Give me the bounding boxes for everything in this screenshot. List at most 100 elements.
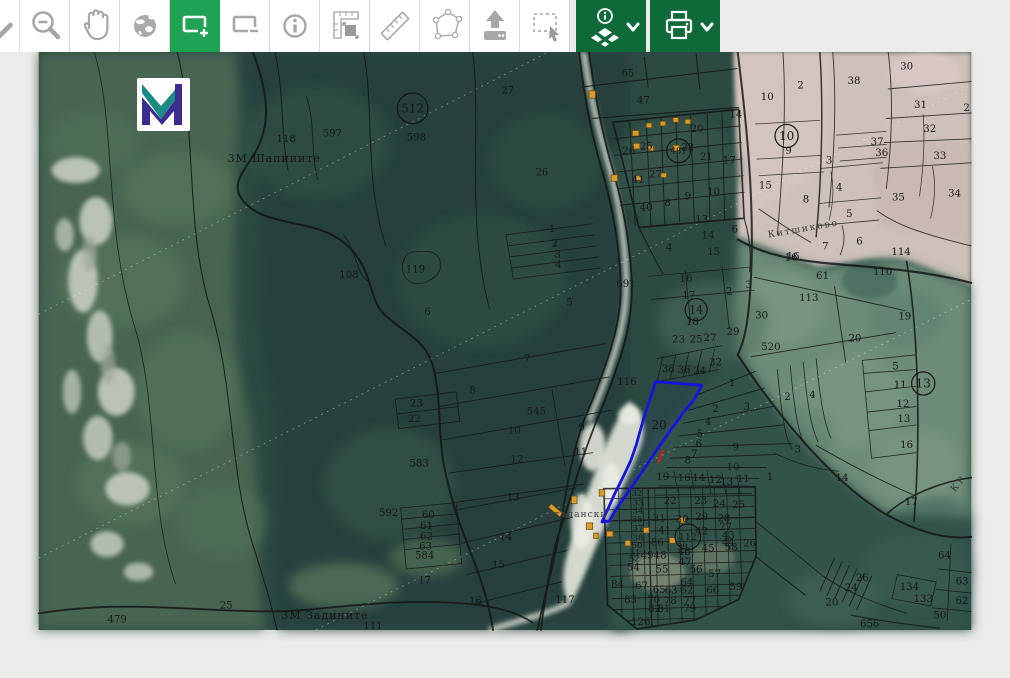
svg-text:12: 12 — [511, 455, 524, 466]
svg-text:4: 4 — [705, 417, 711, 428]
toolbar — [0, 0, 1010, 52]
svg-text:597: 597 — [323, 129, 342, 140]
svg-text:2: 2 — [712, 404, 718, 415]
map-label: 14 — [702, 230, 715, 241]
svg-text:13: 13 — [720, 477, 733, 488]
toolbar-button-measure-distance[interactable] — [370, 0, 420, 52]
toolbar-button-zoom-in[interactable] — [0, 0, 20, 52]
map-label: 6 — [856, 237, 862, 248]
map-label: 10 — [761, 92, 774, 103]
svg-text:8: 8 — [685, 456, 691, 467]
svg-text:14: 14 — [729, 109, 742, 120]
svg-text:3: 3 — [826, 155, 832, 166]
toolbar-button-identify[interactable] — [270, 0, 320, 52]
map-label: 56 — [690, 565, 703, 576]
map-label: стопански — [548, 509, 607, 520]
map-canvas[interactable]: 275125971185983М Шапините261081196578232… — [0, 52, 1010, 678]
map-label: 15 — [707, 247, 720, 258]
svg-text:481: 481 — [671, 146, 687, 156]
map-label: 13 — [720, 477, 733, 488]
map-label: 26 — [535, 167, 548, 178]
map-label: 2 — [797, 81, 803, 92]
toolbar-button-zoom-out-by-rectangle[interactable] — [220, 0, 270, 52]
map-label: 15 — [492, 560, 505, 571]
map-label: 6 — [424, 307, 430, 318]
toolbar-button-print-menu[interactable] — [650, 0, 720, 52]
svg-text:11: 11 — [894, 380, 907, 391]
map-label: 10 — [508, 426, 521, 437]
svg-text:3: 3 — [744, 402, 750, 413]
svg-text:520: 520 — [761, 342, 780, 353]
toolbar-button-full-extent[interactable] — [120, 0, 170, 52]
svg-text:134: 134 — [900, 582, 919, 593]
svg-text:8: 8 — [664, 198, 670, 209]
map-label: 23 — [410, 398, 423, 409]
toolbar-button-select-by-rectangle[interactable] — [520, 0, 570, 52]
map-label: 8 — [803, 194, 809, 205]
svg-text:5: 5 — [892, 361, 898, 372]
map-label: 656 — [860, 619, 879, 630]
map-label: 17 — [682, 290, 695, 301]
svg-text:8: 8 — [803, 194, 809, 205]
svg-text:81: 81 — [657, 604, 670, 615]
svg-text:16: 16 — [900, 440, 913, 451]
map-label: 14 — [836, 473, 849, 484]
svg-text:15: 15 — [759, 180, 772, 191]
svg-text:50: 50 — [933, 611, 946, 622]
map-label: 86 — [651, 538, 664, 549]
map-label: 30 — [755, 311, 768, 322]
svg-text:10: 10 — [779, 129, 794, 143]
map-label: 84 — [611, 579, 624, 590]
map-label: 1 — [767, 472, 773, 483]
map-label: 20 — [652, 418, 667, 432]
svg-text:52: 52 — [629, 554, 640, 564]
map-label: 47 — [637, 95, 650, 106]
map-label: 108 — [339, 270, 358, 281]
map-label: 35 — [892, 192, 905, 203]
svg-text:26: 26 — [622, 146, 635, 157]
map-label: 4 — [666, 242, 672, 253]
map-label: 64 — [938, 551, 951, 562]
map-label: 2 — [726, 287, 732, 298]
svg-text:27: 27 — [704, 333, 717, 344]
svg-text:37: 37 — [871, 137, 884, 148]
map-container[interactable]: 275125971185983М Шапините261081196578232… — [0, 52, 1010, 678]
svg-text:10: 10 — [508, 426, 521, 437]
map-label: 38 — [848, 76, 861, 87]
toolbar-button-layers-menu[interactable] — [576, 0, 646, 52]
svg-text:22: 22 — [408, 414, 421, 425]
map-label: 1 — [729, 378, 735, 389]
svg-text:23: 23 — [672, 335, 685, 346]
map-label: 10 — [707, 187, 720, 198]
map-label: 119 — [406, 264, 425, 275]
map-label: 2 — [712, 404, 718, 415]
map-label: 20 — [825, 598, 838, 609]
svg-text:47: 47 — [637, 95, 650, 106]
map-label: 57 — [708, 569, 721, 580]
svg-text:83: 83 — [624, 595, 637, 606]
svg-text:2: 2 — [552, 239, 558, 250]
map-label: 63 — [956, 577, 969, 588]
map-label: 67 — [635, 581, 648, 592]
toolbar-button-upload[interactable] — [470, 0, 520, 52]
svg-text:4: 4 — [809, 390, 815, 401]
map-label: 19 — [656, 472, 669, 483]
svg-text:116: 116 — [617, 377, 636, 388]
svg-text:58: 58 — [725, 542, 738, 553]
svg-text:17: 17 — [418, 576, 431, 587]
toolbar-button-zoom-by-rectangle[interactable] — [170, 0, 220, 52]
map-label: 79 — [683, 604, 696, 615]
svg-text:25: 25 — [690, 335, 703, 346]
svg-text:15: 15 — [707, 247, 720, 258]
map-label: 12 — [896, 399, 909, 410]
map-label: 5 — [846, 209, 852, 220]
toolbar-button-measure-scale[interactable] — [320, 0, 370, 52]
toolbar-button-measure-area[interactable] — [420, 0, 470, 52]
svg-text:583: 583 — [409, 458, 428, 469]
svg-text:24: 24 — [713, 499, 726, 510]
toolbar-button-zoom-out[interactable] — [20, 0, 70, 52]
map-label: 545 — [527, 407, 546, 418]
toolbar-button-pan[interactable] — [70, 0, 120, 52]
svg-text:21: 21 — [700, 152, 713, 163]
map-label: 27 — [501, 85, 514, 96]
